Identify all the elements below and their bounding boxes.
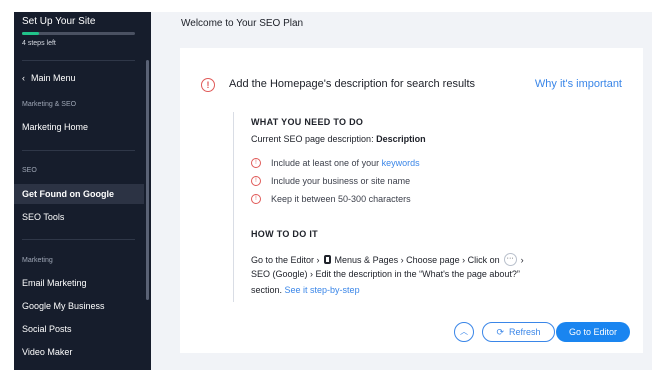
requirement-item: ! Include your business or site name [251, 176, 410, 186]
how-step-line: section. See it step-by-step [251, 285, 360, 295]
divider [22, 60, 135, 61]
how-go-text: Go to the Editor › [251, 254, 320, 265]
pages-icon [323, 255, 331, 264]
setup-progress-fill [22, 32, 39, 35]
alert-icon: ! [251, 194, 261, 204]
how-arrow: › [520, 254, 524, 265]
sidebar: Set Up Your Site 4 steps left ‹ Main Men… [14, 12, 151, 370]
section-seo: SEO [22, 167, 37, 174]
sidebar-scrollbar[interactable] [146, 60, 149, 300]
sidebar-item-marketing-home[interactable]: Marketing Home [22, 122, 88, 132]
section-marketing-seo: Marketing & SEO [22, 101, 77, 108]
current-desc-label: Current SEO page description: [251, 134, 377, 144]
how-seo-text: SEO (Google) › Edit the description in t… [251, 269, 520, 279]
collapse-button[interactable]: ︿ [454, 322, 474, 342]
requirement-text: Keep it between 50-300 characters [271, 194, 411, 204]
how-heading: HOW TO DO IT [251, 229, 318, 239]
more-icon: ··· [503, 253, 517, 266]
section-marketing: Marketing [22, 257, 53, 264]
task-card: ! Add the Homepage's description for sea… [180, 48, 643, 353]
sidebar-item-social-posts[interactable]: Social Posts [22, 324, 72, 334]
step-by-step-link[interactable]: See it step-by-step [285, 285, 360, 295]
main-menu-label: Main Menu [31, 73, 76, 83]
requirement-item: ! Keep it between 50-300 characters [251, 194, 411, 204]
setup-progress-bar [22, 32, 135, 35]
refresh-button[interactable]: ⟳ Refresh [482, 322, 555, 342]
requirement-item: ! Include at least one of your keywords [251, 158, 420, 168]
setup-title[interactable]: Set Up Your Site [22, 16, 95, 27]
current-desc-value: Description [376, 134, 426, 144]
divider [22, 239, 135, 240]
alert-icon: ! [251, 176, 261, 186]
keywords-link[interactable]: keywords [382, 158, 420, 168]
main-menu-link[interactable]: ‹ Main Menu [22, 73, 76, 83]
sidebar-item-video-maker[interactable]: Video Maker [22, 347, 72, 357]
sidebar-item-email-marketing[interactable]: Email Marketing [22, 278, 87, 288]
chevron-left-icon: ‹ [22, 73, 25, 83]
refresh-label: Refresh [509, 327, 541, 337]
sidebar-item-google-my-business[interactable]: Google My Business [22, 301, 105, 311]
chevron-up-icon: ︿ [460, 327, 468, 336]
alert-icon: ! [251, 158, 261, 168]
task-title[interactable]: Add the Homepage's description for searc… [229, 78, 475, 90]
main-panel: Welcome to Your SEO Plan ! Add the Homep… [151, 12, 652, 370]
go-to-editor-button[interactable]: Go to Editor [556, 322, 630, 342]
sidebar-item-get-found-on-google[interactable]: Get Found on Google [14, 184, 144, 204]
how-menus-text: Menus & Pages › Choose page › Click on [334, 254, 500, 265]
divider [233, 112, 234, 302]
alert-icon: ! [201, 78, 215, 92]
steps-left: 4 steps left [22, 40, 56, 47]
how-section-text: section. [251, 285, 285, 295]
why-important-link[interactable]: Why it's important [535, 78, 622, 90]
how-step-line: Go to the Editor › Menus & Pages › Choos… [251, 253, 524, 266]
requirement-text: Include your business or site name [271, 176, 411, 186]
requirement-text: Include at least one of your [271, 158, 382, 168]
divider [22, 150, 135, 151]
sidebar-item-seo-tools[interactable]: SEO Tools [22, 212, 64, 222]
page-title: Welcome to Your SEO Plan [181, 18, 304, 29]
current-description: Current SEO page description: Descriptio… [251, 134, 426, 144]
how-step-line: SEO (Google) › Edit the description in t… [251, 269, 520, 279]
need-heading: WHAT YOU NEED TO DO [251, 117, 364, 127]
refresh-icon: ⟳ [496, 326, 505, 337]
